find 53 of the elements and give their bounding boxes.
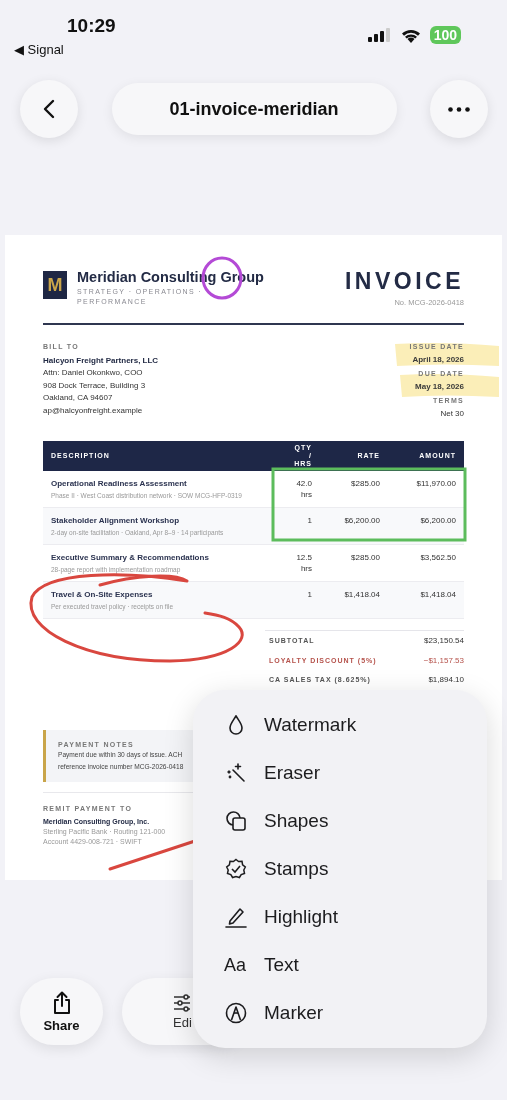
menu-item[interactable]: Stamps [224,858,329,880]
address-line: Oakland, CA 94607 [43,392,114,405]
share-button[interactable]: Share [20,978,103,1045]
total-value: −$1,157.53 [423,655,464,665]
amount-cell: $11,970.00 [416,479,456,488]
meta-value: Net 30 [440,408,464,419]
invoice-heading: INVOICE [344,268,464,294]
pencil-icon [225,906,247,928]
battery-level: 100 [429,26,461,44]
qty-cell: 1 [307,590,312,599]
address-line: Attn: Daniel Okonkwo, COO [43,367,144,380]
rate-cell: $285.00 [351,479,380,488]
marker-icon [225,1002,247,1024]
amount-cell: $3,562.50 [420,553,456,562]
address-line: ap@halcyonfreight.example [43,404,144,417]
item-title: Operational Readiness Assessment [51,478,188,489]
menu-item[interactable]: Watermark [224,714,357,736]
item-title: Travel & On-Site Expenses [51,589,154,600]
item-title: Stakeholder Alignment Workshop [51,515,180,526]
sliders-icon [173,993,191,1012]
amount-cell: $6,200.00 [420,516,456,525]
more-icon [448,106,470,112]
qty-cell: 1 [307,516,312,525]
drop-icon [228,715,244,735]
total-value: $23,150.54 [423,636,464,646]
document-title[interactable]: 01-invoice-meridian [111,83,397,135]
rate-cell: $285.00 [351,553,380,562]
rate-cell: $1,418.04 [344,590,380,599]
status-time: 10:29 [67,14,116,38]
menu-item[interactable]: Shapes [224,810,329,832]
shapes-icon [225,810,247,832]
meta-value: May 18, 2026 [415,381,464,392]
back-to-app-link[interactable]: ◀ Signal [14,42,64,57]
meta-value: April 18, 2026 [412,354,464,365]
menu-item[interactable]: Eraser [224,762,320,784]
wifi-icon [400,27,421,43]
amount-cell: $1,418.04 [420,590,456,599]
share-icon [51,990,72,1015]
menu-item[interactable]: Highlight [224,906,338,928]
text-glyph: Aa [224,954,248,976]
menu-item[interactable]: Aa Text [224,954,299,976]
total-value: $1,894.10 [428,675,464,685]
address-line: 908 Dock Terrace, Building 3 [43,379,147,392]
qty-cell: 12.5 hrs [296,553,312,573]
item-title: Executive Summary & Recommendations [51,552,210,563]
client-name: Halcyon Freight Partners, LLC [43,355,159,367]
company-logo: M [43,271,67,299]
magic-wand-icon [226,763,246,783]
check-badge-icon [225,858,247,880]
rate-cell: $6,200.00 [344,516,380,525]
qty-cell: 42.0 hrs [296,479,312,499]
signal-icon [367,28,392,42]
back-chevron-icon [43,99,55,119]
